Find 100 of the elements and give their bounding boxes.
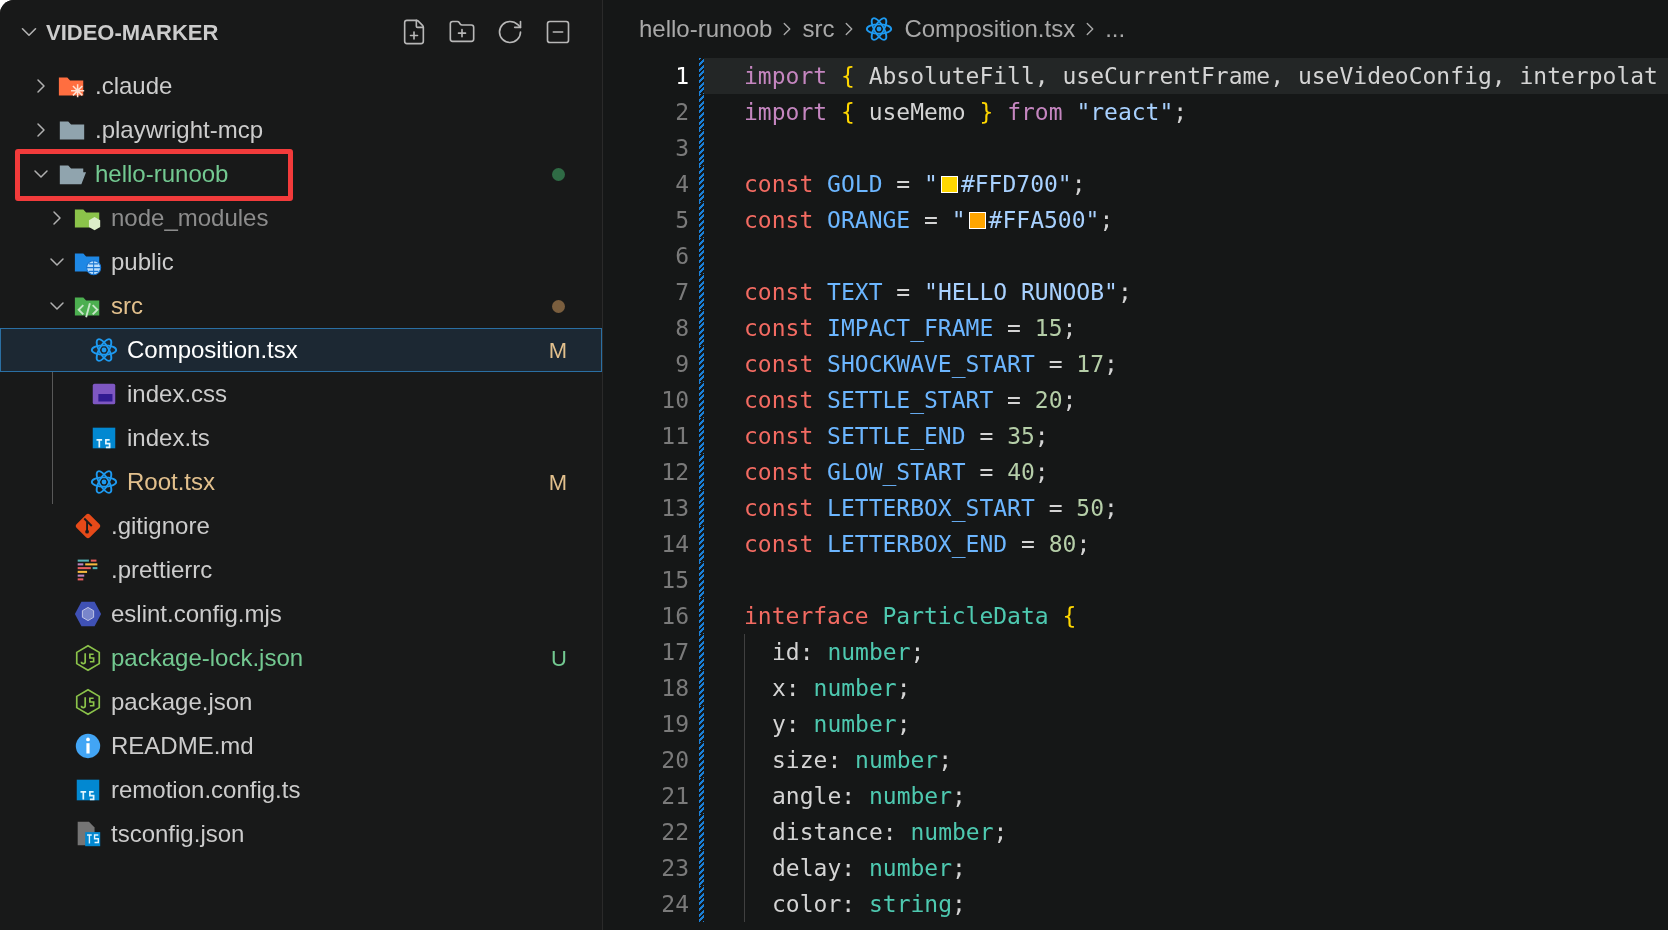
code-token: ; (910, 638, 925, 667)
code-token: TEXT (827, 278, 884, 307)
line-number: 2 (674, 98, 689, 127)
line-number: 3 (674, 134, 689, 163)
code-token: ; (993, 818, 1008, 847)
code-token: ; (952, 782, 966, 811)
code-token: const (744, 422, 815, 451)
code-token: 20 (1034, 386, 1063, 415)
code-token: = (979, 422, 995, 451)
tree-row[interactable]: src (0, 284, 602, 328)
code-token: const (744, 314, 815, 343)
code-token: SHOCKWAVE_START (827, 350, 1036, 380)
tree-row[interactable]: tsconfig.json (0, 812, 602, 856)
tree-row[interactable]: .gitignore (0, 504, 602, 548)
code-token: ; (1062, 386, 1077, 415)
atom-icon (89, 467, 119, 497)
hexagon-icon (73, 599, 103, 629)
info-icon (73, 731, 103, 761)
breadcrumb-item[interactable]: src (802, 11, 835, 47)
code-token: const (744, 458, 815, 487)
code-token: interface (744, 602, 870, 631)
tree-row[interactable]: eslint.config.mjs (0, 592, 602, 636)
tree-row[interactable]: package-lock.json U (0, 636, 602, 680)
code-token: = (896, 170, 912, 199)
code-token: SETTLE_END (827, 422, 967, 452)
code-token: x: (772, 674, 801, 703)
tree-row[interactable]: package.json (0, 680, 602, 724)
code-token: = (896, 278, 912, 307)
tree-row[interactable]: index.ts (0, 416, 602, 460)
code-token: ; (1076, 530, 1091, 559)
code-token: = (979, 458, 995, 487)
atom-icon (864, 14, 895, 44)
code-token: " (924, 170, 938, 199)
code-token: const (744, 386, 815, 415)
tree-row[interactable]: remotion.config.ts (0, 768, 602, 812)
color-swatch[interactable] (940, 175, 958, 193)
line-number: 18 (660, 674, 689, 703)
line-number: 20 (660, 746, 689, 775)
code-token: ParticleData (882, 602, 1050, 631)
line-number: 23 (660, 854, 689, 883)
line-number: 4 (674, 170, 689, 199)
tree-row[interactable]: public (0, 240, 602, 284)
color-swatch[interactable] (968, 211, 986, 229)
line-number: 13 (660, 494, 689, 523)
line-number: 15 (660, 566, 689, 595)
code-token: const (744, 494, 815, 523)
line-number: 10 (660, 386, 689, 415)
tree-row[interactable]: .prettierrc (0, 548, 602, 592)
code-token: delay: (772, 854, 857, 883)
tree-row[interactable]: Composition.tsx M (0, 328, 602, 372)
tree-row[interactable]: Root.tsx M (0, 460, 602, 504)
code-token: from (1007, 98, 1064, 127)
tree-row[interactable]: node_modules (0, 196, 602, 240)
line-number: 9 (674, 350, 689, 379)
tree-row[interactable]: .playwright-mcp (0, 108, 602, 152)
breadcrumb-item[interactable]: ... (1105, 11, 1126, 47)
code-token: { (840, 62, 856, 91)
code-token: = (1007, 386, 1022, 415)
code-token: const (744, 278, 815, 307)
code-token: 80 (1048, 530, 1077, 559)
line-number: 6 (674, 242, 689, 271)
line-number: 22 (660, 818, 689, 847)
code-token: = (1048, 350, 1064, 379)
line-number: 24 (660, 890, 689, 919)
code-token: LETTERBOX_START (827, 494, 1036, 524)
code-token: const (744, 530, 815, 559)
code-token: number (827, 638, 911, 667)
tree-row[interactable]: .claude (0, 64, 602, 108)
code-token: color: (772, 890, 857, 919)
code-token: ; (1104, 494, 1118, 523)
code-token: ; (1117, 278, 1132, 307)
code-token: ; (896, 710, 911, 739)
line-number: 11 (660, 422, 689, 451)
collapse-icon[interactable] (544, 18, 572, 46)
code-token: ; (1104, 350, 1118, 379)
code-token: 15 (1034, 314, 1063, 343)
breadcrumb-item[interactable]: hello-runoob (639, 11, 773, 47)
refresh-icon[interactable] (496, 18, 524, 46)
code-token: number (813, 710, 897, 739)
code-token: = (1007, 314, 1022, 343)
code-token: GOLD (827, 170, 884, 199)
line-number: 7 (674, 278, 689, 307)
code-token: SETTLE_START (827, 386, 995, 416)
code-token: const (744, 350, 815, 379)
code-token: ; (938, 746, 953, 775)
code-token: ; (1062, 314, 1077, 343)
tree-row[interactable]: README.md (0, 724, 602, 768)
code-token: " (951, 206, 966, 235)
code-token: ; (952, 890, 966, 919)
code-token: ORANGE (827, 206, 912, 235)
tree-row[interactable]: index.css (0, 372, 602, 416)
code-token: GLOW_START (827, 458, 967, 488)
breadcrumb-item[interactable]: Composition.tsx (904, 11, 1076, 47)
tree-row[interactable]: hello-runoob (0, 152, 602, 196)
code-token: import (744, 62, 829, 91)
code-token: "react" (1076, 98, 1174, 127)
code-token: ; (896, 674, 911, 703)
code-token: ; (1173, 98, 1188, 127)
code-token: useMemo (868, 98, 967, 127)
code-token: 35 (1007, 422, 1035, 451)
